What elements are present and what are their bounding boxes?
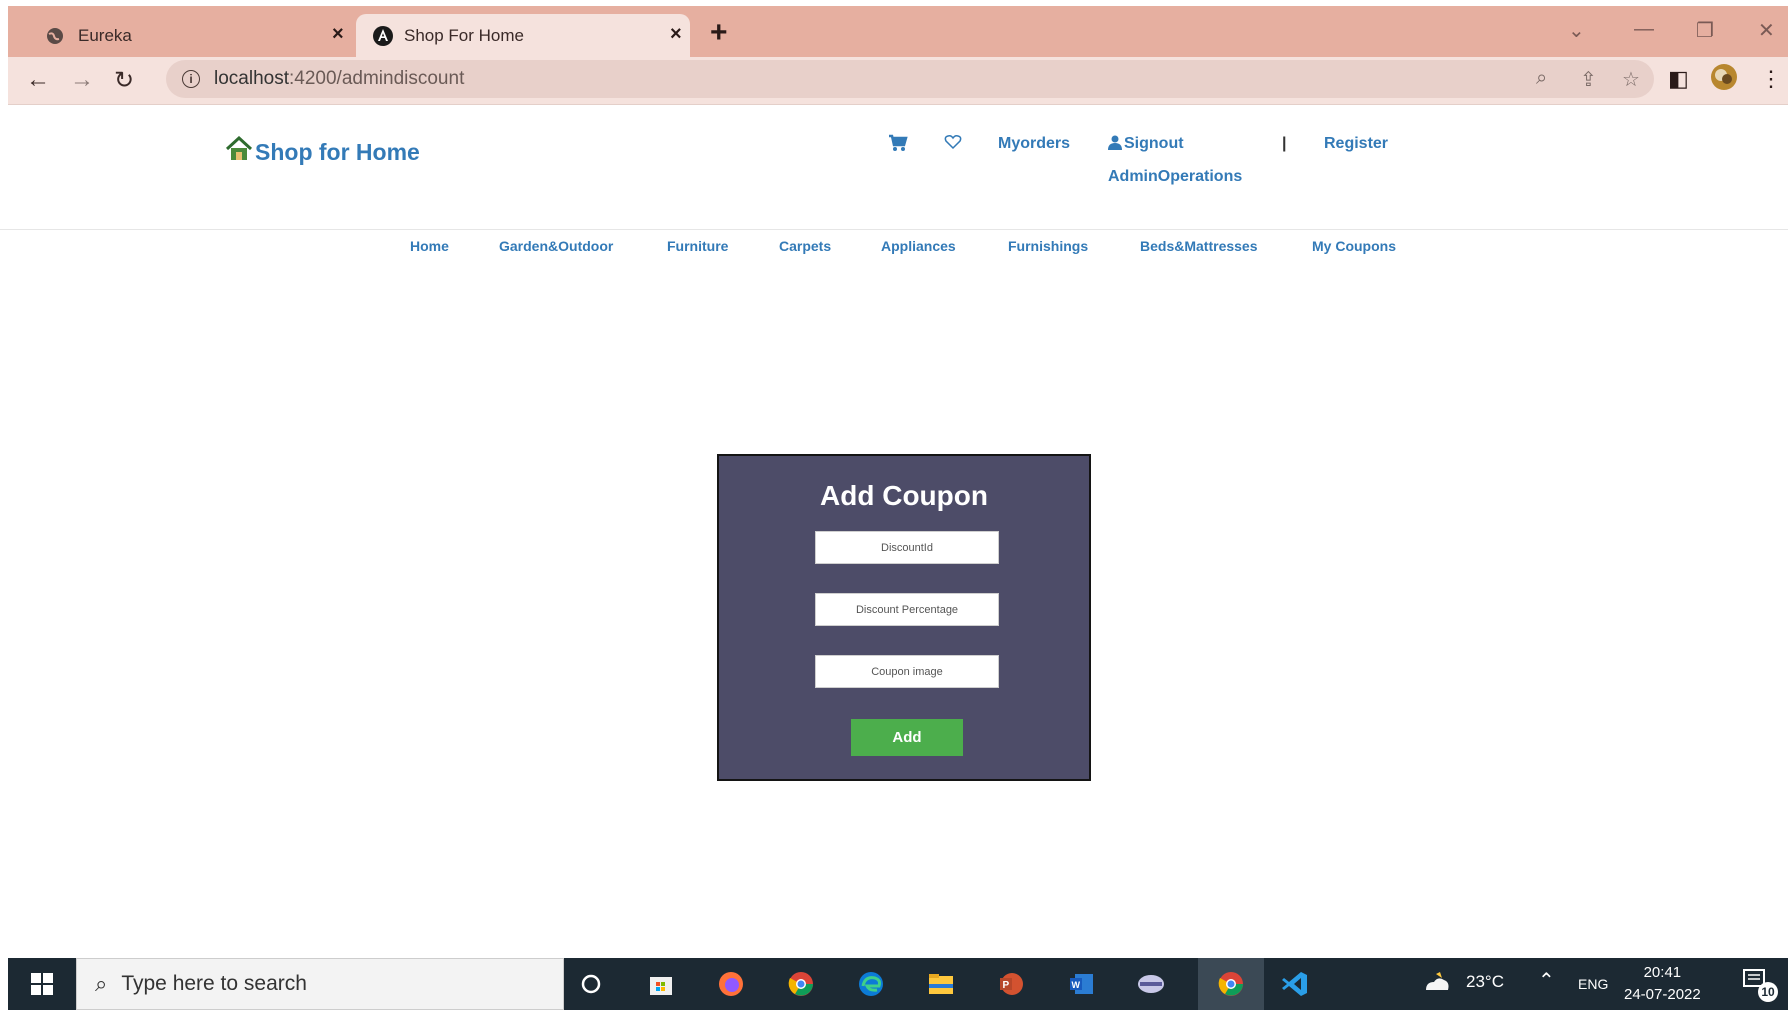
- nav-item-carpets[interactable]: Carpets: [779, 238, 831, 254]
- minimize-icon[interactable]: —: [1634, 18, 1654, 41]
- svg-text:P: P: [1003, 980, 1010, 991]
- register-link[interactable]: Register: [1324, 135, 1388, 153]
- nav-item-beds-mattresses[interactable]: Beds&Mattresses: [1140, 238, 1258, 254]
- svg-text:W: W: [1072, 980, 1081, 990]
- brand-name: Shop for Home: [255, 138, 420, 165]
- info-icon[interactable]: i: [182, 70, 200, 88]
- header-separator: |: [1282, 135, 1287, 152]
- clock-time: 20:41: [1643, 964, 1682, 981]
- add-coupon-form: Add Coupon Add: [717, 454, 1091, 781]
- signout-label: Signout: [1124, 135, 1184, 152]
- coupon-image-input[interactable]: [815, 655, 999, 688]
- chevron-down-icon[interactable]: ⌄: [1568, 18, 1585, 43]
- close-icon[interactable]: ×: [332, 23, 344, 46]
- notification-badge: 10: [1758, 982, 1778, 1002]
- database-app-icon[interactable]: [1134, 968, 1168, 1000]
- nav-item-home[interactable]: Home: [410, 238, 449, 254]
- restore-icon[interactable]: ❐: [1696, 18, 1714, 43]
- brand-link[interactable]: Shop for Home: [225, 135, 420, 168]
- nav-item-my-coupons[interactable]: My Coupons: [1312, 238, 1396, 254]
- site-header: Shop for Home Myorders Signout AdminOper…: [0, 106, 1788, 230]
- add-button[interactable]: Add: [851, 719, 963, 756]
- language-indicator[interactable]: ENG: [1578, 976, 1608, 992]
- edge-icon[interactable]: [854, 968, 888, 1000]
- temperature-text: 23°C: [1466, 972, 1504, 991]
- weather-icon[interactable]: [1422, 968, 1452, 1001]
- side-panel-icon[interactable]: ◧: [1668, 66, 1689, 92]
- globe-icon: [44, 25, 66, 47]
- word-icon[interactable]: W: [1064, 968, 1098, 1000]
- close-icon[interactable]: ×: [670, 23, 682, 46]
- taskbar-clock[interactable]: 20:41 24-07-2022: [1624, 962, 1701, 1006]
- clock-date: 24-07-2022: [1624, 986, 1701, 1003]
- form-title: Add Coupon: [820, 480, 988, 511]
- category-nav: Home Garden&Outdoor Furniture Carpets Ap…: [0, 236, 1788, 266]
- home-icon: [225, 135, 253, 168]
- nav-item-furnishings[interactable]: Furnishings: [1008, 238, 1088, 254]
- signout-link[interactable]: Signout: [1108, 135, 1184, 155]
- taskbar-search-placeholder: Type here to search: [121, 972, 307, 995]
- discount-percentage-input[interactable]: [815, 593, 999, 626]
- browser-toolbar: ← → ↻ i localhost:4200/admindiscount ⌕ ⇪…: [8, 57, 1788, 105]
- taskbar-search[interactable]: ⌕ Type here to search: [76, 958, 564, 1010]
- share-icon[interactable]: ⇪: [1580, 67, 1597, 92]
- zoom-icon[interactable]: ⌕: [1536, 67, 1547, 90]
- back-arrow-icon[interactable]: ←: [26, 66, 50, 94]
- myorders-link[interactable]: Myorders: [998, 135, 1070, 153]
- url-text: localhost:4200/admindiscount: [214, 68, 464, 90]
- microsoft-store-icon[interactable]: [644, 968, 678, 1000]
- browser-tab-strip: Eureka × Shop For Home × + ⌄ — ❐ ✕: [8, 6, 1788, 57]
- heart-icon[interactable]: [944, 134, 962, 155]
- reload-icon[interactable]: ↻: [114, 66, 134, 95]
- cortana-icon[interactable]: [574, 968, 608, 1000]
- tab-title: Shop For Home: [404, 25, 524, 45]
- firefox-icon[interactable]: [714, 968, 748, 1000]
- new-tab-button[interactable]: +: [710, 16, 728, 50]
- url-host: localhost: [214, 68, 289, 89]
- nav-item-furniture[interactable]: Furniture: [667, 238, 728, 254]
- url-path: :4200/admindiscount: [289, 68, 465, 89]
- tab-shop-for-home[interactable]: Shop For Home ×: [356, 14, 690, 57]
- windows-taskbar: ⌕ Type here to search P W 23°C ⌃ ENG 20:…: [8, 958, 1788, 1010]
- screen: Eureka × Shop For Home × + ⌄ — ❐ ✕ ← → ↻…: [0, 0, 1788, 1010]
- chrome-active-icon[interactable]: [1214, 968, 1248, 1000]
- chevron-up-icon[interactable]: ⌃: [1538, 968, 1555, 993]
- user-icon: [1108, 135, 1122, 155]
- star-icon[interactable]: ☆: [1622, 67, 1640, 92]
- windows-start-icon[interactable]: [8, 958, 76, 1010]
- chrome-icon[interactable]: [784, 968, 818, 1000]
- admin-operations-link[interactable]: AdminOperations: [1108, 168, 1242, 186]
- powerpoint-icon[interactable]: P: [994, 968, 1028, 1000]
- nav-item-appliances[interactable]: Appliances: [881, 238, 956, 254]
- nav-item-garden-outdoor[interactable]: Garden&Outdoor: [499, 238, 613, 254]
- cart-icon[interactable]: [888, 134, 908, 157]
- tab-eureka[interactable]: Eureka ×: [28, 14, 346, 57]
- search-icon: ⌕: [95, 971, 108, 996]
- forward-arrow-icon[interactable]: →: [70, 66, 94, 94]
- address-bar[interactable]: i localhost:4200/admindiscount ⌕ ⇪ ☆: [166, 60, 1654, 98]
- file-explorer-icon[interactable]: [924, 968, 958, 1000]
- tab-title: Eureka: [78, 25, 132, 45]
- close-window-icon[interactable]: ✕: [1758, 18, 1775, 43]
- menu-dots-icon[interactable]: ⋮: [1760, 66, 1782, 92]
- vscode-icon[interactable]: [1278, 968, 1312, 1000]
- profile-avatar-icon[interactable]: [1710, 63, 1738, 97]
- angular-icon: [372, 25, 394, 47]
- discount-id-input[interactable]: [815, 531, 999, 564]
